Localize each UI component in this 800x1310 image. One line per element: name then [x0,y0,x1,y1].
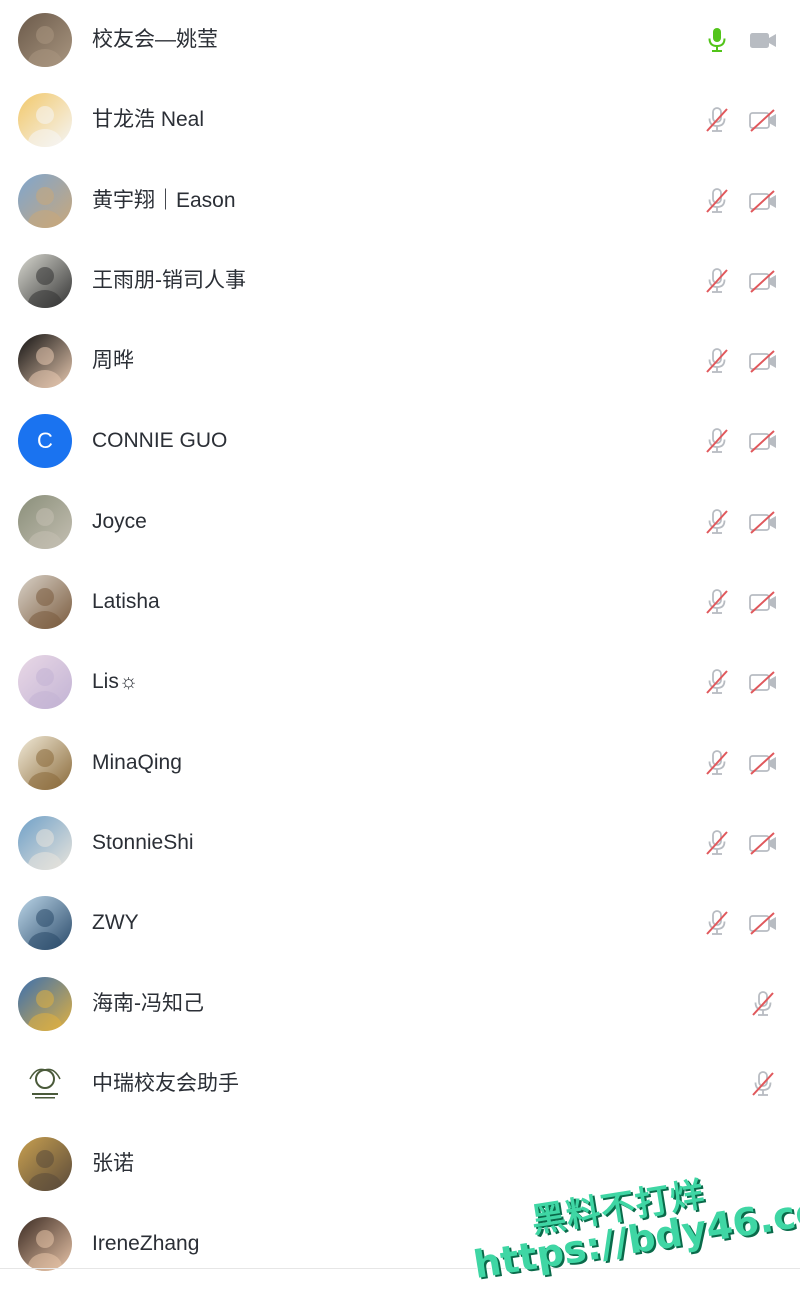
participant-name: 中瑞校友会助手 [92,1071,239,1095]
participant-status-icons [702,105,778,135]
microphone-muted-icon[interactable] [702,426,732,456]
microphone-muted-icon[interactable] [702,748,732,778]
microphone-muted-icon[interactable] [702,587,732,617]
camera-off-icon[interactable] [748,186,778,216]
participant-row[interactable]: 中瑞校友会助手 [0,1044,800,1124]
participant-status-icons [702,25,778,55]
participant-name: MinaQing [92,750,182,774]
microphone-muted-icon[interactable] [748,1069,778,1099]
camera-off-icon[interactable] [748,828,778,858]
microphone-muted-icon[interactable] [702,828,732,858]
participant-status-icons [702,828,778,858]
participant-row[interactable]: StonnieShi [0,803,800,883]
participant-name: 周晔 [92,349,134,373]
avatar [18,494,72,549]
camera-off-icon[interactable] [748,908,778,938]
participant-row[interactable]: 王雨朋-销司人事 [0,241,800,321]
participant-status-icons [702,426,778,456]
avatar [18,896,72,951]
microphone-muted-icon[interactable] [702,186,732,216]
microphone-muted-icon[interactable] [748,989,778,1019]
avatar [18,1217,72,1272]
participant-row[interactable]: Joyce [0,482,800,562]
camera-off-icon[interactable] [748,587,778,617]
avatar: C [18,414,72,469]
camera-off-icon[interactable] [748,266,778,296]
participant-status-icons [702,507,778,537]
participant-name: 甘龙浩 Neal [92,108,205,132]
participant-status-icons [702,908,778,938]
microphone-muted-icon[interactable] [702,667,732,697]
participant-row[interactable]: Lis☼ [0,642,800,722]
avatar [18,815,72,870]
participant-name: 黄宇翔｜Eason [92,188,236,212]
participant-row[interactable]: 甘龙浩 Neal [0,80,800,160]
participant-name: 校友会—姚莹 [92,28,218,51]
participant-status-icons [702,667,778,697]
avatar [18,1137,72,1192]
participant-status-icons [748,989,778,1019]
avatar [18,93,72,148]
avatar [18,976,72,1031]
participant-row[interactable]: C CONNIE GUO [0,401,800,481]
participant-name: Latisha [92,590,160,614]
participant-status-icons [748,1069,778,1099]
participant-status-icons [702,266,778,296]
participant-row[interactable]: ZWY [0,883,800,963]
camera-off-icon[interactable] [748,346,778,376]
participant-name: ZWY [92,911,139,935]
camera-off-icon[interactable] [748,105,778,135]
camera-off-icon[interactable] [748,426,778,456]
microphone-icon[interactable] [702,25,732,55]
participant-row[interactable]: 黄宇翔｜Eason [0,161,800,241]
participant-name: StonnieShi [92,830,194,854]
participant-name: IreneZhang [92,1232,200,1256]
camera-off-icon[interactable] [748,667,778,697]
avatar [18,253,72,308]
participant-name: Lis☼ [92,670,139,694]
camera-icon[interactable] [748,25,778,55]
participant-name: 王雨朋-销司人事 [92,268,246,292]
participant-list: 校友会—姚莹 甘龙浩 Neal 黄宇翔｜Eason 王雨朋-销司人事 周晔 C CONNIE… [0,0,800,1285]
participant-name: Joyce [92,509,147,533]
camera-off-icon[interactable] [748,748,778,778]
participant-row[interactable]: 校友会—姚莹 [0,0,800,80]
microphone-muted-icon[interactable] [702,346,732,376]
participant-row[interactable]: 周晔 [0,321,800,401]
avatar [18,334,72,389]
microphone-muted-icon[interactable] [702,908,732,938]
avatar [18,655,72,710]
microphone-muted-icon[interactable] [702,105,732,135]
participant-row[interactable]: MinaQing [0,723,800,803]
participant-status-icons [702,748,778,778]
avatar [18,13,72,67]
avatar [18,1056,72,1111]
participant-status-icons [702,186,778,216]
camera-off-icon[interactable] [748,507,778,537]
participant-name: 张诺 [92,1152,134,1176]
microphone-muted-icon[interactable] [702,507,732,537]
avatar-initial: C [37,428,53,454]
avatar [18,173,72,228]
participant-name: CONNIE GUO [92,429,228,453]
participant-status-icons [702,346,778,376]
participant-name: 海南-冯知己 [92,991,204,1015]
microphone-muted-icon[interactable] [702,266,732,296]
participant-row[interactable]: 海南-冯知己 [0,964,800,1044]
avatar [18,735,72,790]
participant-status-icons [702,587,778,617]
participant-row[interactable]: Latisha [0,562,800,642]
avatar [18,575,72,630]
